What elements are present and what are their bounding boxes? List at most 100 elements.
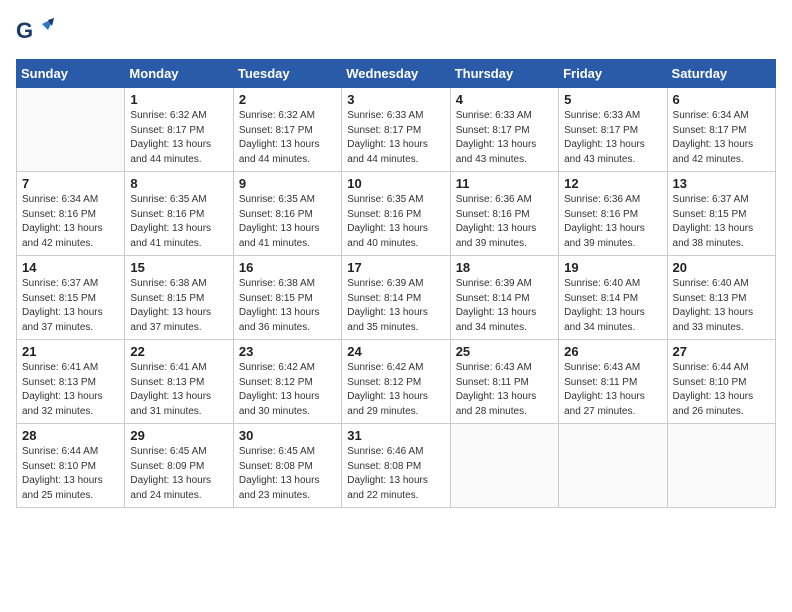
- day-number: 16: [239, 260, 336, 275]
- day-info: Sunrise: 6:35 AMSunset: 8:16 PMDaylight:…: [239, 193, 336, 251]
- calendar-cell: 7Sunrise: 6:34 AMSunset: 8:16 PMDaylight…: [17, 172, 125, 256]
- weekday-header-sunday: Sunday: [17, 60, 125, 88]
- logo-bird-icon: G: [16, 16, 54, 51]
- calendar-cell: 15 Sunrise: 6:38 AMSunset: 8:15 PMDayligh…: [125, 256, 233, 340]
- calendar-cell: 12 Sunrise: 6:36 AMSunset: 8:16 PMDayligh…: [559, 172, 667, 256]
- day-number: 6: [673, 92, 770, 107]
- day-number: 30: [239, 428, 336, 443]
- day-number: 4: [456, 92, 553, 107]
- day-number: 11: [456, 176, 553, 191]
- day-info: Sunrise: 6:42 AMSunset: 8:12 PMDaylight:…: [347, 361, 444, 419]
- day-number: 24: [347, 344, 444, 359]
- day-number: 26: [564, 344, 661, 359]
- day-number: 19: [564, 260, 661, 275]
- calendar-week-3: 14 Sunrise: 6:37 AMSunset: 8:15 PMDayligh…: [17, 256, 776, 340]
- day-info: Sunrise: 6:34 AMSunset: 8:17 PMDaylight:…: [673, 109, 770, 167]
- calendar-cell: 26 Sunrise: 6:43 AMSunset: 8:11 PMDayligh…: [559, 340, 667, 424]
- calendar-cell: 4 Sunrise: 6:33 AMSunset: 8:17 PMDaylight…: [450, 88, 558, 172]
- logo: G: [16, 16, 58, 51]
- day-info: Sunrise: 6:43 AMSunset: 8:11 PMDaylight:…: [564, 361, 661, 419]
- day-info: Sunrise: 6:39 AMSunset: 8:14 PMDaylight:…: [456, 277, 553, 335]
- day-info: Sunrise: 6:41 AMSunset: 8:13 PMDaylight:…: [22, 361, 119, 419]
- calendar-cell: [559, 424, 667, 508]
- day-info: Sunrise: 6:32 AMSunset: 8:17 PMDaylight:…: [130, 109, 227, 167]
- day-number: 3: [347, 92, 444, 107]
- calendar-cell: 20 Sunrise: 6:40 AMSunset: 8:13 PMDayligh…: [667, 256, 775, 340]
- day-number: 23: [239, 344, 336, 359]
- day-info: Sunrise: 6:36 AMSunset: 8:16 PMDaylight:…: [564, 193, 661, 251]
- day-number: 28: [22, 428, 119, 443]
- calendar-cell: 30 Sunrise: 6:45 AMSunset: 8:08 PMDayligh…: [233, 424, 341, 508]
- day-number: 12: [564, 176, 661, 191]
- day-info: Sunrise: 6:44 AMSunset: 8:10 PMDaylight:…: [22, 445, 119, 503]
- calendar-cell: 9 Sunrise: 6:35 AMSunset: 8:16 PMDaylight…: [233, 172, 341, 256]
- day-info: Sunrise: 6:37 AMSunset: 8:15 PMDaylight:…: [673, 193, 770, 251]
- calendar-cell: 3 Sunrise: 6:33 AMSunset: 8:17 PMDaylight…: [342, 88, 450, 172]
- calendar-cell: 18 Sunrise: 6:39 AMSunset: 8:14 PMDayligh…: [450, 256, 558, 340]
- day-number: 29: [130, 428, 227, 443]
- day-number: 9: [239, 176, 336, 191]
- calendar-cell: [17, 88, 125, 172]
- day-info: Sunrise: 6:45 AMSunset: 8:09 PMDaylight:…: [130, 445, 227, 503]
- calendar-week-2: 7Sunrise: 6:34 AMSunset: 8:16 PMDaylight…: [17, 172, 776, 256]
- day-info: Sunrise: 6:33 AMSunset: 8:17 PMDaylight:…: [564, 109, 661, 167]
- day-number: 2: [239, 92, 336, 107]
- day-info: Sunrise: 6:46 AMSunset: 8:08 PMDaylight:…: [347, 445, 444, 503]
- day-info: Sunrise: 6:37 AMSunset: 8:15 PMDaylight:…: [22, 277, 119, 335]
- weekday-header-wednesday: Wednesday: [342, 60, 450, 88]
- day-info: Sunrise: 6:38 AMSunset: 8:15 PMDaylight:…: [130, 277, 227, 335]
- day-info: Sunrise: 6:42 AMSunset: 8:12 PMDaylight:…: [239, 361, 336, 419]
- day-number: 27: [673, 344, 770, 359]
- day-info: Sunrise: 6:33 AMSunset: 8:17 PMDaylight:…: [456, 109, 553, 167]
- calendar-cell: 19 Sunrise: 6:40 AMSunset: 8:14 PMDayligh…: [559, 256, 667, 340]
- day-info: Sunrise: 6:33 AMSunset: 8:17 PMDaylight:…: [347, 109, 444, 167]
- day-number: 17: [347, 260, 444, 275]
- calendar-cell: 22Sunrise: 6:41 AMSunset: 8:13 PMDayligh…: [125, 340, 233, 424]
- day-info: Sunrise: 6:34 AMSunset: 8:16 PMDaylight:…: [22, 193, 119, 251]
- day-number: 21: [22, 344, 119, 359]
- calendar-cell: 13 Sunrise: 6:37 AMSunset: 8:15 PMDayligh…: [667, 172, 775, 256]
- day-number: 20: [673, 260, 770, 275]
- calendar-cell: 8Sunrise: 6:35 AMSunset: 8:16 PMDaylight…: [125, 172, 233, 256]
- calendar-week-4: 21 Sunrise: 6:41 AMSunset: 8:13 PMDayligh…: [17, 340, 776, 424]
- calendar-cell: 29 Sunrise: 6:45 AMSunset: 8:09 PMDayligh…: [125, 424, 233, 508]
- day-info: Sunrise: 6:45 AMSunset: 8:08 PMDaylight:…: [239, 445, 336, 503]
- day-number: 14: [22, 260, 119, 275]
- day-info: Sunrise: 6:38 AMSunset: 8:15 PMDaylight:…: [239, 277, 336, 335]
- calendar-cell: 2 Sunrise: 6:32 AMSunset: 8:17 PMDaylight…: [233, 88, 341, 172]
- day-info: Sunrise: 6:40 AMSunset: 8:14 PMDaylight:…: [564, 277, 661, 335]
- day-info: Sunrise: 6:41 AMSunset: 8:13 PMDaylight:…: [130, 361, 227, 419]
- svg-text:G: G: [16, 18, 33, 43]
- weekday-header-monday: Monday: [125, 60, 233, 88]
- day-number: 13: [673, 176, 770, 191]
- calendar-cell: 1Sunrise: 6:32 AMSunset: 8:17 PMDaylight…: [125, 88, 233, 172]
- day-number: 10: [347, 176, 444, 191]
- calendar-cell: 31Sunrise: 6:46 AMSunset: 8:08 PMDayligh…: [342, 424, 450, 508]
- day-info: Sunrise: 6:36 AMSunset: 8:16 PMDaylight:…: [456, 193, 553, 251]
- day-info: Sunrise: 6:40 AMSunset: 8:13 PMDaylight:…: [673, 277, 770, 335]
- day-number: 8: [130, 176, 227, 191]
- weekday-header-tuesday: Tuesday: [233, 60, 341, 88]
- day-number: 25: [456, 344, 553, 359]
- calendar-cell: 14 Sunrise: 6:37 AMSunset: 8:15 PMDayligh…: [17, 256, 125, 340]
- day-number: 15: [130, 260, 227, 275]
- calendar-cell: 27 Sunrise: 6:44 AMSunset: 8:10 PMDayligh…: [667, 340, 775, 424]
- calendar-cell: [667, 424, 775, 508]
- day-number: 18: [456, 260, 553, 275]
- calendar-cell: 17 Sunrise: 6:39 AMSunset: 8:14 PMDayligh…: [342, 256, 450, 340]
- page-header: G: [16, 16, 776, 51]
- calendar-cell: 23 Sunrise: 6:42 AMSunset: 8:12 PMDayligh…: [233, 340, 341, 424]
- day-info: Sunrise: 6:32 AMSunset: 8:17 PMDaylight:…: [239, 109, 336, 167]
- calendar-cell: 21 Sunrise: 6:41 AMSunset: 8:13 PMDayligh…: [17, 340, 125, 424]
- day-info: Sunrise: 6:44 AMSunset: 8:10 PMDaylight:…: [673, 361, 770, 419]
- calendar-week-1: 1Sunrise: 6:32 AMSunset: 8:17 PMDaylight…: [17, 88, 776, 172]
- calendar-cell: 28 Sunrise: 6:44 AMSunset: 8:10 PMDayligh…: [17, 424, 125, 508]
- day-info: Sunrise: 6:39 AMSunset: 8:14 PMDaylight:…: [347, 277, 444, 335]
- calendar-cell: [450, 424, 558, 508]
- day-info: Sunrise: 6:43 AMSunset: 8:11 PMDaylight:…: [456, 361, 553, 419]
- calendar-cell: 6 Sunrise: 6:34 AMSunset: 8:17 PMDaylight…: [667, 88, 775, 172]
- calendar-cell: 25 Sunrise: 6:43 AMSunset: 8:11 PMDayligh…: [450, 340, 558, 424]
- calendar-cell: 16 Sunrise: 6:38 AMSunset: 8:15 PMDayligh…: [233, 256, 341, 340]
- calendar-table: SundayMondayTuesdayWednesdayThursdayFrid…: [16, 59, 776, 508]
- weekday-header-row: SundayMondayTuesdayWednesdayThursdayFrid…: [17, 60, 776, 88]
